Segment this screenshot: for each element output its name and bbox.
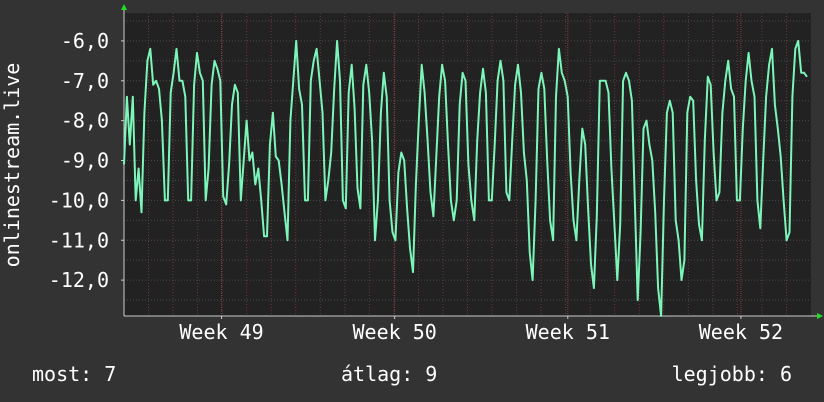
line-chart: -6,0-7,0-8,0-9,0-10,0-11,0-12,0 Week 49 W… — [0, 4, 823, 344]
stat-current: most: 7 — [32, 362, 117, 386]
x-tick-label: Week 51 — [526, 320, 610, 344]
x-tick-label: Week 50 — [353, 320, 437, 344]
y-tick-label: -6,0 — [61, 29, 109, 53]
stat-best: legjobb: 6 — [671, 362, 792, 386]
y-tick-label: -10,0 — [49, 188, 109, 212]
y-axis-label: onlinestream.live — [0, 63, 24, 268]
x-axis-arrow — [817, 313, 823, 319]
x-tick-labels: Week 49 Week 50 Week 51 Week 52 — [179, 316, 783, 344]
y-tick-labels: -6,0 -7,0 -8,0 -9,0 -10,0 -11,0 -12,0 — [49, 29, 124, 292]
y-axis-arrow — [121, 4, 127, 10]
x-tick-label: Week 52 — [699, 320, 783, 344]
y-tick-label: -12,0 — [49, 268, 109, 292]
y-tick-label: -8,0 — [61, 109, 109, 133]
stat-average: átlag: 9 — [341, 362, 438, 386]
y-tick-label: -7,0 — [61, 69, 109, 93]
y-tick-label: -11,0 — [49, 228, 109, 252]
x-tick-label: Week 49 — [179, 320, 263, 344]
y-tick-label: -9,0 — [61, 149, 109, 173]
